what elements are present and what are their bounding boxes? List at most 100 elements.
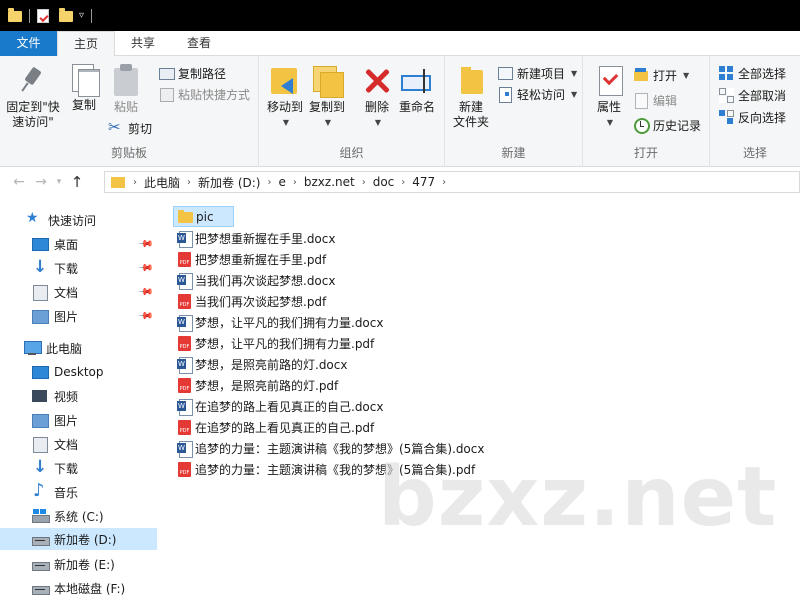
organize-group: 移动到 ▼ 复制到 ▼ 删除 ▼ 重命名 组织 (259, 56, 445, 167)
chevron-right-icon[interactable]: › (442, 177, 446, 188)
new-folder-icon (455, 64, 487, 96)
copy-to-label: 复制到 (308, 100, 345, 114)
copy-path-button[interactable]: 复制路径 (158, 63, 226, 83)
nav-item-drive-f[interactable]: 本地磁盘 (F:) (0, 577, 157, 599)
nav-quick-access[interactable]: 快速访问 (0, 209, 157, 231)
move-to-button[interactable]: 移动到 ▼ (265, 64, 305, 130)
address-bar[interactable]: › 此电脑 › 新加卷 (D:) › e › bzxz.net › doc › … (104, 171, 800, 193)
nav-item-music[interactable]: 音乐 (0, 480, 157, 503)
nav-this-pc[interactable]: 此电脑 (0, 337, 157, 359)
edit-icon (633, 92, 649, 109)
select-all-button[interactable]: 全部选择 (718, 63, 786, 83)
new-item-icon (497, 65, 513, 81)
pdf-icon (177, 461, 191, 478)
list-item[interactable]: pic (173, 206, 234, 227)
easy-access-button[interactable]: 轻松访问 ▼ (497, 84, 577, 104)
rename-button[interactable]: 重命名 (397, 64, 437, 115)
nav-item-downloads[interactable]: 下载 📌 (0, 257, 157, 279)
list-item[interactable]: 当我们再次谈起梦想.pdf (173, 291, 330, 312)
list-item[interactable]: 梦想，让平凡的我们拥有力量.docx (173, 312, 387, 333)
tab-share[interactable]: 共享 (115, 31, 171, 56)
paste-button[interactable]: 粘贴 (108, 64, 144, 115)
breadcrumb-doc[interactable]: doc (366, 175, 402, 189)
separator (29, 8, 30, 23)
delete-button[interactable]: 删除 ▼ (359, 64, 395, 130)
new-folder-label: 新建 文件夹 (452, 100, 489, 129)
nav-item-downloads-pc[interactable]: 下载 (0, 457, 157, 479)
new-group: 新建 文件夹 新建项目 ▼ 轻松访问 ▼ 新建 (445, 56, 583, 167)
cut-button[interactable]: 剪切 (108, 118, 152, 138)
nav-item-documents[interactable]: 文档 📌 (0, 281, 157, 303)
nav-item-videos[interactable]: 视频 (0, 385, 157, 407)
list-item[interactable]: 把梦想重新握在手里.pdf (173, 249, 330, 270)
list-item[interactable]: 梦想，是照亮前路的灯.docx (173, 354, 351, 375)
history-button[interactable]: 历史记录 (633, 115, 701, 135)
breadcrumb-drive-d[interactable]: 新加卷 (D:) (191, 174, 267, 191)
nav-item-drive-d[interactable]: 新加卷 (D:) (0, 528, 157, 550)
properties-icon[interactable] (37, 8, 49, 23)
list-item[interactable]: 在追梦的路上看见真正的自己.pdf (173, 417, 378, 438)
nav-label: 图片 (54, 413, 79, 428)
invert-selection-button[interactable]: 反向选择 (718, 107, 786, 127)
edit-button[interactable]: 编辑 (633, 90, 677, 110)
recent-locations-chevron-icon[interactable]: ▾ (52, 177, 66, 187)
folder-icon[interactable] (8, 8, 22, 22)
desktop-icon (32, 365, 49, 379)
file-name: 在追梦的路上看见真正的自己.docx (195, 400, 384, 414)
paste-shortcut-button[interactable]: 粘贴快捷方式 (158, 84, 250, 104)
nav-item-pictures[interactable]: 图片 📌 (0, 305, 157, 327)
tab-file[interactable]: 文件 (0, 31, 57, 56)
back-arrow-icon[interactable]: ← (8, 174, 30, 190)
properties-button[interactable]: 属性 ▼ (591, 64, 627, 130)
list-item[interactable]: 梦想，是照亮前路的灯.pdf (173, 375, 342, 396)
new-folder-icon[interactable] (59, 8, 73, 22)
title-bar: ▿ (0, 0, 800, 31)
copy-to-button[interactable]: 复制到 ▼ (307, 64, 347, 130)
pin-to-quick-access-button[interactable]: 固定到"快 速访问" (4, 64, 62, 130)
select-all-label: 全部选择 (738, 66, 787, 81)
breadcrumb-this-pc[interactable]: 此电脑 (137, 174, 187, 191)
file-name: 当我们再次谈起梦想.docx (195, 274, 336, 288)
pdf-icon (177, 377, 191, 394)
list-item[interactable]: 把梦想重新握在手里.docx (173, 228, 339, 249)
select-none-button[interactable]: 全部取消 (718, 85, 786, 105)
nav-item-desktop[interactable]: 桌面 📌 (0, 233, 157, 255)
select-none-label: 全部取消 (738, 88, 787, 103)
file-name: 梦想，让平凡的我们拥有力量.pdf (195, 337, 375, 351)
tab-view[interactable]: 查看 (171, 31, 227, 56)
copy-to-icon (311, 64, 344, 98)
forward-arrow-icon[interactable]: → (30, 174, 52, 190)
pictures-icon (32, 413, 49, 428)
nav-item-drive-e[interactable]: 新加卷 (E:) (0, 553, 157, 575)
pin-icon: 📌 (136, 235, 154, 253)
list-item[interactable]: 梦想，让平凡的我们拥有力量.pdf (173, 333, 378, 354)
up-arrow-icon[interactable]: ↑ (66, 173, 88, 191)
file-name: 当我们再次谈起梦想.pdf (195, 295, 327, 309)
nav-label: 下载 (54, 261, 79, 276)
list-item[interactable]: 当我们再次谈起梦想.docx (173, 270, 339, 291)
breadcrumb-bzxz[interactable]: bzxz.net (297, 175, 362, 189)
nav-item-drive-c[interactable]: 系统 (C:) (0, 505, 157, 527)
nav-item-pictures-pc[interactable]: 图片 (0, 409, 157, 431)
paste-label: 粘贴 (113, 100, 138, 114)
new-folder-button[interactable]: 新建 文件夹 (451, 64, 491, 130)
open-button[interactable]: 打开 ▼ (633, 65, 689, 85)
new-item-button[interactable]: 新建项目 ▼ (497, 63, 577, 83)
list-item[interactable]: 在追梦的路上看见真正的自己.docx (173, 396, 387, 417)
open-group-label: 打开 (633, 146, 658, 160)
nav-item-desktop-en[interactable]: Desktop (0, 361, 157, 383)
tab-home[interactable]: 主页 (57, 31, 116, 57)
copy-label: 复制 (71, 98, 96, 112)
chevron-down-icon: ▼ (282, 118, 290, 127)
breadcrumb-477[interactable]: 477 (405, 175, 442, 189)
nav-item-documents-pc[interactable]: 文档 (0, 433, 157, 455)
delete-label: 删除 (364, 100, 389, 114)
breadcrumb-e[interactable]: e (271, 175, 292, 189)
copy-button[interactable]: 复制 (66, 64, 102, 113)
paste-shortcut-label: 粘贴快捷方式 (178, 87, 251, 102)
ribbon-tabs: 文件 主页 共享 查看 (0, 31, 800, 57)
history-label: 历史记录 (653, 118, 702, 133)
chevron-down-icon[interactable]: ▿ (79, 10, 84, 21)
edit-label: 编辑 (653, 93, 678, 108)
documents-icon (32, 285, 48, 301)
